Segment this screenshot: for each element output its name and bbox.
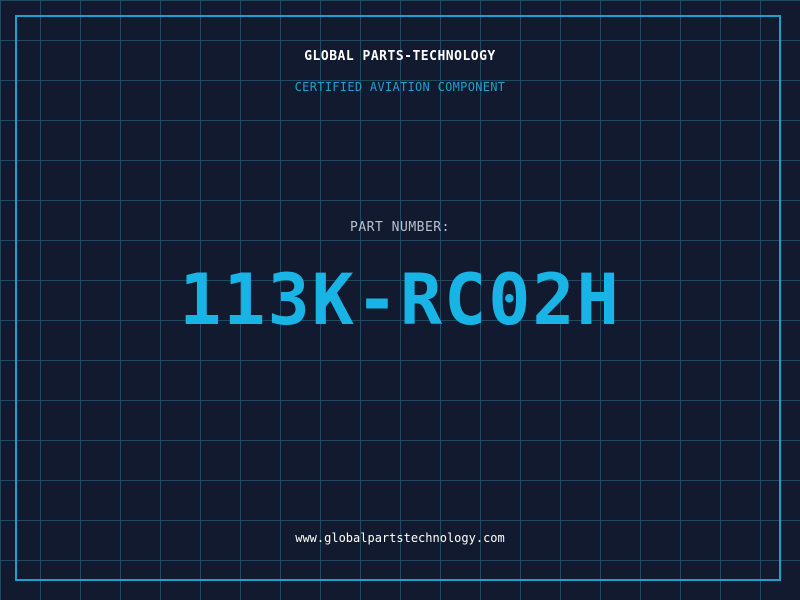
website-url: www.globalpartstechnology.com (295, 531, 505, 545)
certification-subtitle: CERTIFIED AVIATION COMPONENT (294, 80, 506, 94)
part-number-value: 113K-RC02H (179, 259, 621, 341)
part-number-label: PART NUMBER: (350, 220, 450, 235)
company-name: GLOBAL PARTS-TECHNOLOGY (304, 49, 496, 64)
part-label-card: GLOBAL PARTS-TECHNOLOGY CERTIFIED AVIATI… (0, 0, 800, 600)
